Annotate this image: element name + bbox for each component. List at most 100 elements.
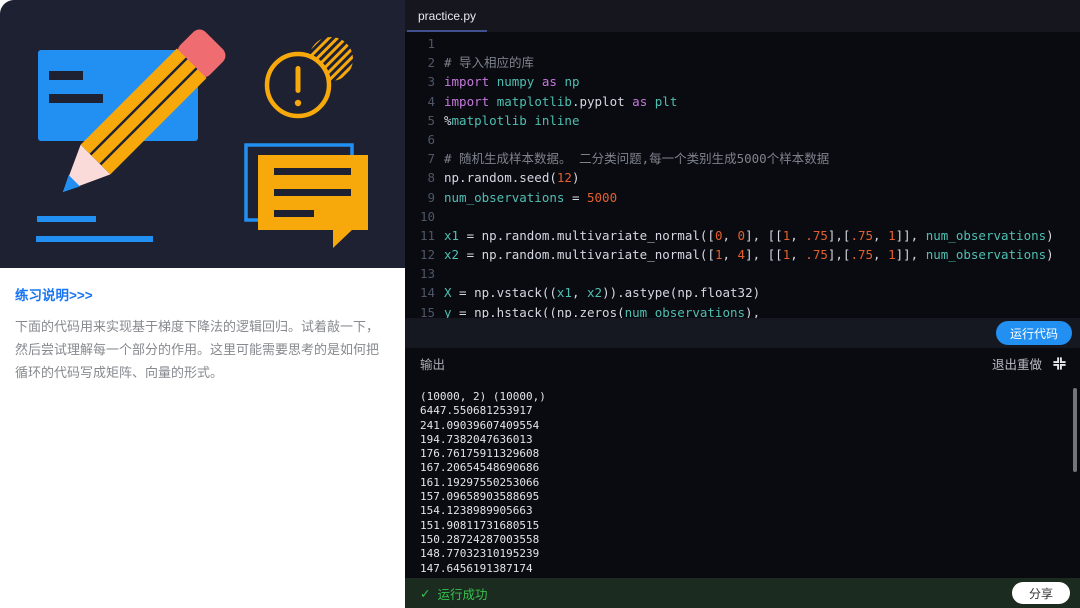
output-line: 147.6456191387174	[420, 562, 1080, 576]
editor-tab-bar: practice.py	[405, 0, 1080, 32]
line-number: 12	[413, 245, 435, 264]
output-line: 176.76175911329608	[420, 447, 1080, 461]
tab-practice-py[interactable]: practice.py	[405, 0, 489, 32]
code-token: ],[	[828, 226, 851, 245]
code-token: 0	[715, 226, 723, 245]
line-number: 11	[413, 226, 435, 245]
instructions-text: 下面的代码用来实现基于梯度下降法的逻辑回归。试着敲一下，然后尝试理解每一个部分的…	[15, 316, 387, 384]
code-token: matplotlib	[497, 92, 572, 111]
code-token	[647, 92, 655, 111]
code-workspace: practice.py 12# 导入相应的库3import numpy as n…	[405, 0, 1080, 608]
code-line: 7# 随机生成样本数据。 二分类问题,每一个类别生成5000个样本数据	[413, 149, 1080, 168]
code-line: 11x1 = np.random.multivariate_normal([0,…	[413, 226, 1080, 245]
share-button[interactable]: 分享	[1012, 582, 1070, 604]
code-token	[489, 92, 497, 111]
code-token: ,	[572, 283, 587, 302]
code-token: import	[444, 92, 489, 111]
code-token: # 随机生成样本数据。 二分类问题,每一个类别生成5000个样本数据	[444, 149, 829, 168]
code-token: ,	[873, 245, 888, 264]
code-token: ,	[790, 245, 805, 264]
code-token: .pyplot	[572, 92, 632, 111]
illustration-graphic	[0, 0, 405, 268]
line-number: 10	[413, 207, 435, 226]
code-line: 3import numpy as np	[413, 72, 1080, 91]
output-line: 154.1238989905663	[420, 504, 1080, 518]
exercise-panel: 练习说明>>> 下面的代码用来实现基于梯度下降法的逻辑回归。试着敲一下，然后尝试…	[0, 0, 405, 608]
code-editor[interactable]: 12# 导入相应的库3import numpy as np4import mat…	[405, 32, 1080, 318]
code-token: )	[1046, 226, 1054, 245]
code-token: as	[632, 92, 647, 111]
line-number: 4	[413, 92, 435, 111]
code-token: # 导入相应的库	[444, 53, 534, 72]
code-token: x1	[444, 226, 459, 245]
code-line: 5%matplotlib inline	[413, 111, 1080, 130]
code-token: .75	[805, 245, 828, 264]
code-token: x2	[444, 245, 459, 264]
code-token: 1	[783, 226, 791, 245]
code-token: y	[444, 303, 452, 318]
line-number: 9	[413, 188, 435, 207]
code-token: import	[444, 72, 489, 91]
code-token: ),	[745, 303, 760, 318]
code-line: 10	[413, 207, 1080, 226]
decorative-lines	[36, 216, 153, 242]
app-window: 练习说明>>> 下面的代码用来实现基于梯度下降法的逻辑回归。试着敲一下，然后尝试…	[0, 0, 1080, 608]
run-code-button[interactable]: 运行代码	[996, 321, 1072, 345]
collapse-icon[interactable]	[1050, 354, 1068, 372]
code-token: .75	[850, 245, 873, 264]
code-token: %	[444, 111, 452, 130]
code-line: 1	[413, 34, 1080, 53]
code-token: )	[1046, 245, 1054, 264]
code-token: np.random.seed(	[444, 168, 557, 187]
code-token: 1	[888, 226, 896, 245]
code-token: )).astype(np.float32)	[602, 283, 760, 302]
code-token: .75	[850, 226, 873, 245]
check-icon: ✓	[420, 586, 430, 601]
line-number: 1	[413, 34, 435, 53]
code-token: x2	[587, 283, 602, 302]
code-token: 1	[783, 245, 791, 264]
code-token: ], [[	[745, 245, 783, 264]
code-token: as	[542, 72, 557, 91]
code-line: 8np.random.seed(12)	[413, 168, 1080, 187]
run-toolbar: 运行代码	[405, 318, 1080, 348]
output-line: 161.19297550253066	[420, 476, 1080, 490]
code-token: ,	[722, 245, 737, 264]
code-token: = np.random.multivariate_normal([	[459, 226, 715, 245]
instructions-title-link[interactable]: 练习说明>>>	[15, 284, 389, 304]
code-line: 9num_observations = 5000	[413, 188, 1080, 207]
instructions-section: 练习说明>>> 下面的代码用来实现基于梯度下降法的逻辑回归。试着敲一下，然后尝试…	[0, 268, 405, 384]
line-number: 8	[413, 168, 435, 187]
code-line: 14X = np.vstack((x1, x2)).astype(np.floa…	[413, 283, 1080, 302]
code-token: matplotlib inline	[452, 111, 580, 130]
code-token: num_observations	[926, 245, 1046, 264]
code-line: 2 # 导入相应的库	[413, 53, 1080, 72]
output-scrollbar[interactable]	[1073, 388, 1077, 472]
line-number: 5	[413, 111, 435, 130]
line-number: 6	[413, 130, 435, 149]
code-token: num_observations	[625, 303, 745, 318]
output-title: 输出	[420, 354, 445, 373]
line-number: 2	[413, 53, 435, 72]
output-actions: 退出重做	[992, 354, 1068, 373]
line-number: 3	[413, 72, 435, 91]
code-token	[557, 72, 565, 91]
code-token: numpy	[497, 72, 535, 91]
output-line: 241.09039607409554	[420, 419, 1080, 433]
status-bar: ✓ 运行成功 分享	[405, 578, 1080, 608]
run-success-status: ✓ 运行成功	[420, 584, 488, 603]
code-token: ,	[873, 226, 888, 245]
code-line: 12x2 = np.random.multivariate_normal([1,…	[413, 245, 1080, 264]
exit-redo-link[interactable]: 退出重做	[992, 354, 1042, 373]
code-token: =	[564, 188, 587, 207]
code-token: plt	[655, 92, 678, 111]
code-token: .75	[805, 226, 828, 245]
code-token	[489, 72, 497, 91]
code-token: ]],	[896, 245, 926, 264]
output-line: 194.7382047636013	[420, 433, 1080, 447]
code-token: num_observations	[444, 188, 564, 207]
code-token: = np.vstack((	[452, 283, 557, 302]
code-line: 13	[413, 264, 1080, 283]
output-line: (10000, 2) (10000,)	[420, 390, 1080, 404]
code-token: 1	[888, 245, 896, 264]
